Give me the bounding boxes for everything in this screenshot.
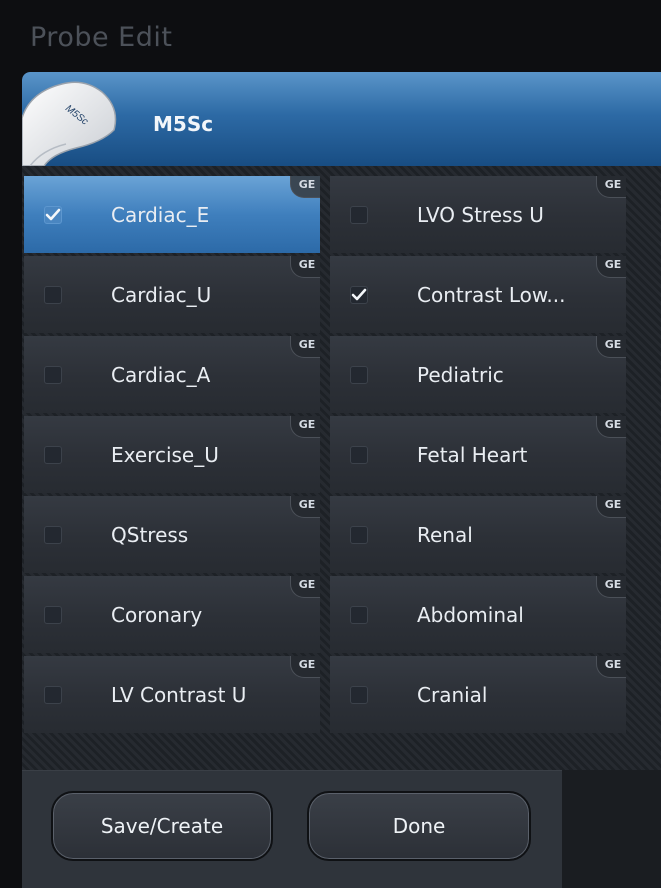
probe-edit-window: Probe Edit M5Sc M5Sc Cardiac_E GE LVO Stre…	[0, 0, 661, 888]
preset-item[interactable]: Cranial GE	[330, 656, 626, 733]
button-bar-spacer	[562, 770, 661, 888]
ge-badge: GE	[290, 576, 320, 598]
ge-badge: GE	[290, 176, 320, 198]
preset-item[interactable]: Exercise_U GE	[24, 416, 320, 493]
preset-label: Cranial	[417, 683, 488, 707]
preset-checkbox[interactable]	[350, 206, 368, 224]
preset-label: Cardiac_U	[111, 283, 212, 307]
preset-item[interactable]: QStress GE	[24, 496, 320, 573]
preset-item[interactable]: Pediatric GE	[330, 336, 626, 413]
preset-item[interactable]: Cardiac_U GE	[24, 256, 320, 333]
preset-item[interactable]: Abdominal GE	[330, 576, 626, 653]
probe-edit-panel: M5Sc M5Sc Cardiac_E GE LVO Stress U GE Cardi…	[22, 72, 661, 888]
preset-item[interactable]: Renal GE	[330, 496, 626, 573]
preset-label: Coronary	[111, 603, 203, 627]
preset-item[interactable]: Coronary GE	[24, 576, 320, 653]
ge-badge: GE	[290, 656, 320, 678]
ge-badge: GE	[596, 576, 626, 598]
preset-item[interactable]: LVO Stress U GE	[330, 176, 626, 253]
ge-badge: GE	[290, 256, 320, 278]
ge-badge: GE	[596, 176, 626, 198]
preset-label: LVO Stress U	[417, 203, 544, 227]
preset-label: Cardiac_A	[111, 363, 211, 387]
preset-label: Exercise_U	[111, 443, 219, 467]
ge-badge: GE	[596, 336, 626, 358]
ge-badge: GE	[290, 416, 320, 438]
ge-badge: GE	[596, 256, 626, 278]
ge-badge: GE	[290, 496, 320, 518]
ge-badge: GE	[596, 416, 626, 438]
preset-label: Contrast Low...	[417, 283, 566, 307]
check-icon	[351, 288, 367, 301]
preset-item[interactable]: LV Contrast U GE	[24, 656, 320, 733]
ge-badge: GE	[596, 656, 626, 678]
probe-name: M5Sc	[153, 112, 214, 136]
done-button[interactable]: Done	[307, 791, 531, 861]
preset-checkbox[interactable]	[44, 686, 62, 704]
preset-checkbox[interactable]	[350, 526, 368, 544]
preset-grid: Cardiac_E GE LVO Stress U GE Cardiac_U GE Cont…	[22, 166, 661, 770]
window-title: Probe Edit	[30, 22, 173, 53]
preset-label: Cardiac_E	[111, 203, 210, 227]
preset-item[interactable]: Cardiac_A GE	[24, 336, 320, 413]
preset-checkbox[interactable]	[44, 446, 62, 464]
button-bar: Save/Create Done	[22, 770, 562, 888]
preset-label: Renal	[417, 523, 473, 547]
preset-label: QStress	[111, 523, 189, 547]
probe-transducer-image: M5Sc	[22, 81, 117, 166]
preset-checkbox[interactable]	[350, 286, 368, 304]
preset-item[interactable]: Cardiac_E GE	[24, 176, 320, 253]
preset-label: Fetal Heart	[417, 443, 528, 467]
preset-label: Abdominal	[417, 603, 524, 627]
save-create-button[interactable]: Save/Create	[51, 791, 273, 861]
preset-checkbox[interactable]	[44, 606, 62, 624]
preset-checkbox[interactable]	[44, 206, 62, 224]
probe-header: M5Sc M5Sc	[22, 72, 661, 166]
preset-item[interactable]: Contrast Low... GE	[330, 256, 626, 333]
preset-label: Pediatric	[417, 363, 504, 387]
ge-badge: GE	[596, 496, 626, 518]
preset-item[interactable]: Fetal Heart GE	[330, 416, 626, 493]
preset-checkbox[interactable]	[350, 606, 368, 624]
preset-checkbox[interactable]	[350, 446, 368, 464]
ge-badge: GE	[290, 336, 320, 358]
check-icon	[45, 208, 61, 221]
preset-checkbox[interactable]	[44, 366, 62, 384]
preset-checkbox[interactable]	[350, 686, 368, 704]
preset-label: LV Contrast U	[111, 683, 247, 707]
preset-checkbox[interactable]	[350, 366, 368, 384]
preset-checkbox[interactable]	[44, 286, 62, 304]
preset-checkbox[interactable]	[44, 526, 62, 544]
